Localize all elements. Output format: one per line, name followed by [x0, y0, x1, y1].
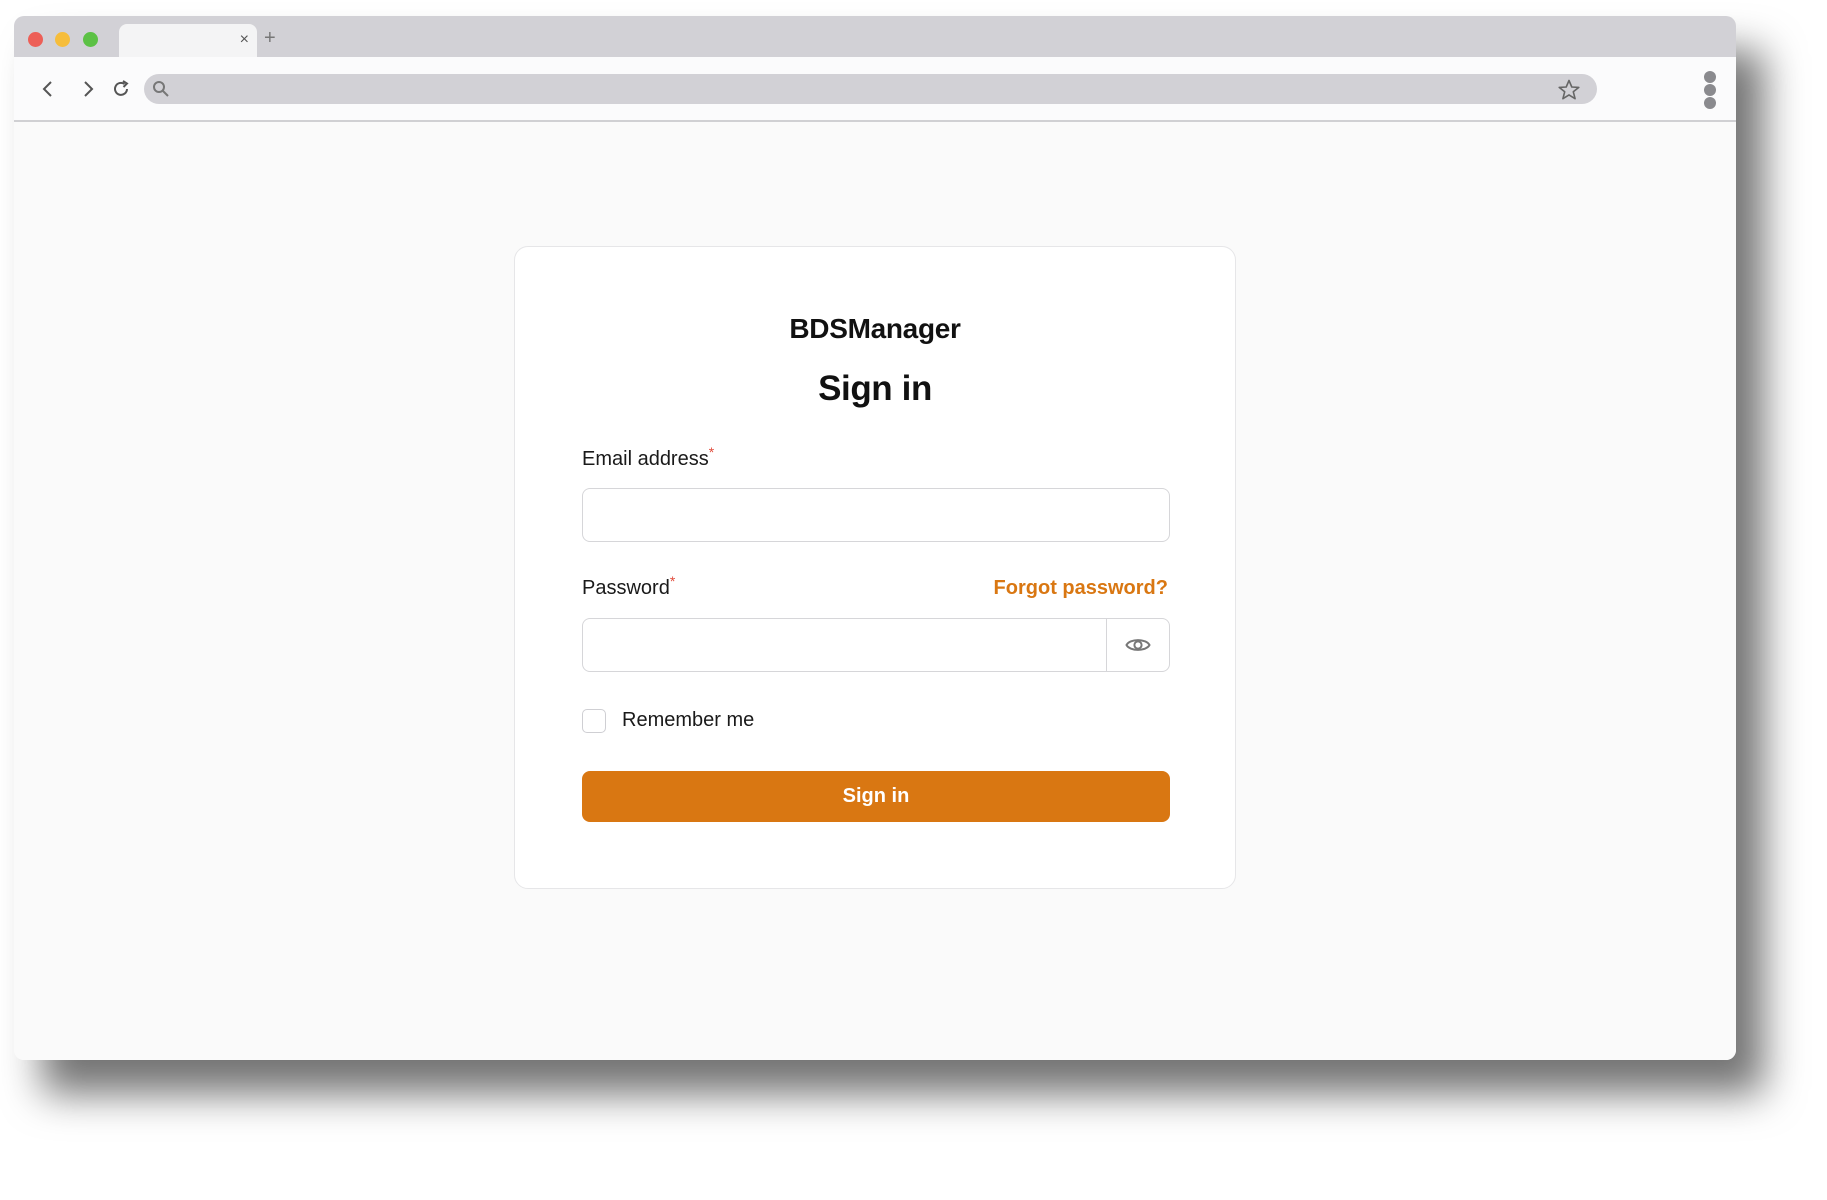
chevron-right-icon	[84, 81, 94, 97]
password-field[interactable]	[582, 618, 1107, 672]
address-bar[interactable]	[144, 74, 1597, 104]
reload-icon	[114, 80, 129, 96]
browser-window: × + BDSManager Sign in Email address* Pa…	[14, 16, 1736, 1060]
email-label: Email address*	[582, 444, 714, 471]
brand-name: BDSManager	[789, 313, 961, 344]
required-marker: *	[708, 444, 715, 460]
tab-close-icon[interactable]: ×	[240, 30, 249, 50]
browser-toolbar	[14, 57, 1736, 122]
chevron-left-icon	[42, 81, 52, 97]
kebab-menu-icon[interactable]	[1704, 71, 1718, 111]
close-window-button[interactable]	[28, 32, 43, 47]
minimize-window-button[interactable]	[55, 32, 70, 47]
browser-tab[interactable]: ×	[119, 24, 257, 58]
back-button[interactable]	[36, 77, 60, 101]
star-icon[interactable]	[1557, 78, 1581, 102]
maximize-window-button[interactable]	[83, 32, 98, 47]
password-label: Password*	[582, 573, 675, 600]
required-marker: *	[669, 573, 676, 589]
show-password-button[interactable]	[1106, 618, 1170, 672]
search-icon	[153, 81, 169, 97]
page-content: BDSManager Sign in Email address* Passwo…	[14, 122, 1736, 1060]
email-label-text: Email address	[582, 448, 709, 470]
email-field[interactable]	[582, 488, 1170, 542]
login-card: BDSManager Sign in Email address* Passwo…	[514, 246, 1236, 889]
sign-in-button[interactable]: Sign in	[582, 771, 1170, 822]
eye-icon	[1125, 639, 1151, 651]
forward-button[interactable]	[76, 77, 100, 101]
remember-me-checkbox[interactable]	[582, 709, 606, 733]
page-title: Sign in	[818, 369, 932, 408]
remember-me-label[interactable]: Remember me	[622, 709, 754, 732]
forgot-password-link[interactable]: Forgot password?	[994, 577, 1168, 600]
new-tab-button[interactable]: +	[264, 28, 276, 48]
password-label-text: Password	[582, 577, 670, 599]
tab-strip: × +	[14, 16, 1736, 58]
reload-button[interactable]	[109, 77, 133, 101]
